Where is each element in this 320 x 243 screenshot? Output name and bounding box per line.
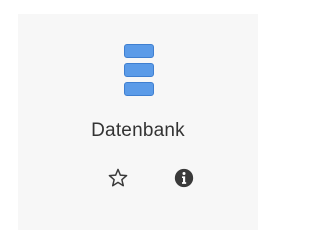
favorite-button[interactable] [104,164,132,192]
page: Datenbank [0,0,270,243]
tile-actions [18,164,258,194]
star-outline-icon [108,168,128,187]
info-circle-icon [174,168,194,188]
info-button[interactable] [170,164,198,192]
database-disk-top [124,44,154,58]
database-icon [124,44,154,100]
database-disk-bottom [124,82,154,96]
tile-label: Datenbank [91,120,185,141]
database-tile[interactable]: Datenbank [18,14,258,230]
database-disk-middle [124,63,154,77]
